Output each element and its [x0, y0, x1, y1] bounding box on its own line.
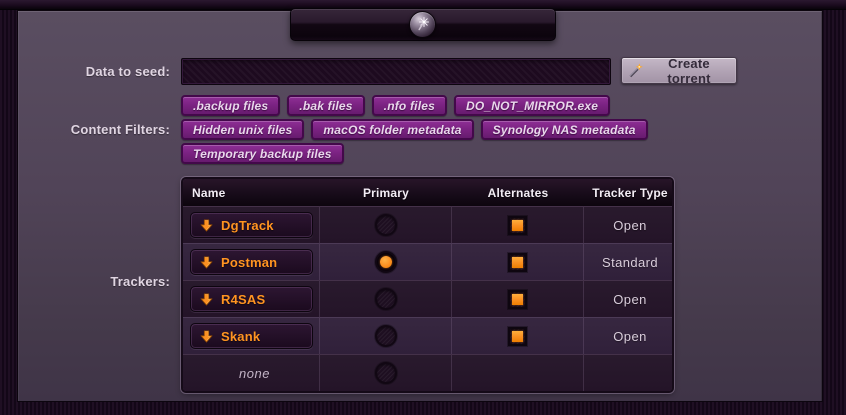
chip-row: Hidden unix files macOS folder metadata Sy… [181, 119, 701, 140]
alternates-checkbox-dgtrack[interactable] [508, 216, 527, 235]
primary-radio-postman[interactable] [375, 251, 397, 273]
table-cell [584, 354, 674, 391]
table-cell [452, 280, 584, 317]
table-cell [320, 317, 452, 354]
tracker-name-label: R4SAS [221, 292, 265, 307]
tracker-name-label: Skank [221, 329, 260, 344]
content-filter-chip[interactable]: .backup files [181, 95, 280, 116]
trackers-table: NamePrimaryAlternatesTracker Type DgTrack… [181, 177, 674, 393]
column-header-tracker-type: Tracker Type [584, 179, 674, 206]
tracker-type-value: Open [613, 292, 646, 307]
tracker-link-postman[interactable]: Postman [190, 249, 313, 275]
table-cell: Open [584, 317, 674, 354]
create-torrent-button[interactable]: Create torrent [621, 57, 737, 84]
data-to-seed-input[interactable] [181, 58, 611, 85]
download-arrow-icon [200, 330, 213, 343]
table-cell [320, 354, 452, 391]
tracker-link-skank[interactable]: Skank [190, 323, 313, 349]
alternates-checkbox-skank[interactable] [508, 327, 527, 346]
content-filter-chip[interactable]: .nfo files [372, 95, 447, 116]
table-cell [320, 280, 452, 317]
download-arrow-icon [200, 256, 213, 269]
tracker-link-r4sas[interactable]: R4SAS [190, 286, 313, 312]
chip-row: .backup files .bak files .nfo files DO_NOT_… [181, 95, 701, 116]
table-cell [452, 354, 584, 391]
table-cell: Standard [584, 243, 674, 280]
table-cell: R4SAS [183, 280, 320, 317]
tracker-name-label: DgTrack [221, 218, 274, 233]
tracker-link-dgtrack[interactable]: DgTrack [190, 212, 313, 238]
content-filter-chips: .backup files .bak files .nfo files DO_NOT_… [181, 95, 701, 164]
sparkle-knob-button[interactable] [409, 11, 436, 38]
download-arrow-icon [200, 293, 213, 306]
alternates-checkbox-r4sas[interactable] [508, 290, 527, 309]
trackers-label: Trackers: [0, 274, 170, 289]
tracker-type-value: Open [613, 329, 646, 344]
primary-radio-dgtrack[interactable] [375, 214, 397, 236]
table-cell: DgTrack [183, 206, 320, 243]
table-cell [320, 243, 452, 280]
create-torrent-dialog: Data to seed: Create torrent Content Fil… [0, 0, 846, 415]
table-cell: Skank [183, 317, 320, 354]
primary-radio-r4sas[interactable] [375, 288, 397, 310]
table-cell: none [183, 354, 320, 391]
table-cell [452, 206, 584, 243]
table-cell: Open [584, 206, 674, 243]
create-torrent-button-label: Create torrent [648, 56, 730, 86]
column-header-alternates: Alternates [452, 179, 584, 206]
table-cell: Open [584, 280, 674, 317]
table-cell [452, 243, 584, 280]
content-filter-chip[interactable]: Hidden unix files [181, 119, 304, 140]
magic-wand-icon [628, 63, 643, 78]
tracker-none-label: none [190, 366, 319, 381]
tracker-type-value: Standard [602, 255, 658, 270]
primary-radio-none[interactable] [375, 362, 397, 384]
table-cell [452, 317, 584, 354]
dialog-handle-bar[interactable] [290, 8, 556, 41]
tracker-name-label: Postman [221, 255, 277, 270]
content-filter-chip[interactable]: DO_NOT_MIRROR.exe [454, 95, 610, 116]
column-header-name: Name [183, 179, 320, 206]
table-cell [320, 206, 452, 243]
content-filter-chip[interactable]: macOS folder metadata [311, 119, 473, 140]
chip-row: Temporary backup files [181, 143, 701, 164]
sparkle-wand-icon [414, 16, 432, 34]
content-filter-chip[interactable]: Synology NAS metadata [481, 119, 648, 140]
alternates-checkbox-postman[interactable] [508, 253, 527, 272]
content-filters-label: Content Filters: [0, 122, 170, 137]
download-arrow-icon [200, 219, 213, 232]
data-to-seed-label: Data to seed: [0, 64, 170, 79]
tracker-type-value: Open [613, 218, 646, 233]
table-cell: Postman [183, 243, 320, 280]
content-filter-chip[interactable]: .bak files [287, 95, 364, 116]
content-filter-chip[interactable]: Temporary backup files [181, 143, 344, 164]
column-header-primary: Primary [320, 179, 452, 206]
primary-radio-skank[interactable] [375, 325, 397, 347]
